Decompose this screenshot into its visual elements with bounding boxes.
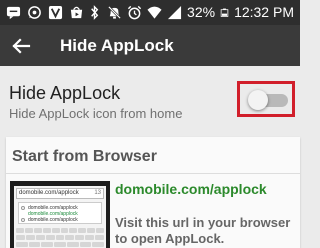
preview-keyboard-row: [16, 242, 105, 247]
alarm-icon: [127, 5, 142, 20]
status-bar: 32% 12:32 PM: [0, 0, 300, 25]
clock: 12:32 PM: [234, 4, 294, 20]
bluetooth-icon: [91, 5, 99, 20]
card-title: Start from Browser: [12, 148, 157, 165]
hide-applock-toggle[interactable]: [248, 90, 268, 110]
card-divider: [6, 173, 300, 174]
mute-icon: [108, 6, 121, 19]
battery-percent: 32%: [187, 4, 216, 20]
preview-keyboard-row: [16, 228, 105, 233]
wifi-icon: [147, 6, 162, 19]
notification-icons: [6, 5, 84, 20]
preview-suggestion: domobile.com/applock: [28, 217, 78, 223]
cell-signal-icon: [167, 5, 182, 20]
preview-address: domobile.com/applock: [19, 190, 79, 196]
preview-screen: domobile.com/applock 13 domobile.com/app…: [14, 186, 106, 248]
preview-suggestions: domobile.com/applock domobile.com/apploc…: [18, 202, 102, 224]
vine-icon: [48, 5, 63, 20]
preview-address-bar: domobile.com/applock 13: [16, 188, 104, 199]
preview-tab-count: 13: [94, 190, 101, 196]
browser-instruction: Visit this url in your browser to open A…: [115, 215, 291, 246]
battery-icon: [220, 8, 229, 17]
applock-url-link[interactable]: domobile.com/applock: [115, 181, 267, 198]
whatsapp-icon: [28, 6, 41, 19]
suggestion-icon: [21, 218, 25, 222]
start-from-browser-card: Start from Browser domobile.com/applock …: [6, 137, 300, 248]
setting-subtitle: Hide AppLock icon from home: [9, 106, 183, 121]
app-toolbar: Hide AppLock: [0, 25, 300, 66]
system-icons: 32% 12:32 PM: [87, 4, 294, 21]
page-title: Hide AppLock: [60, 36, 174, 55]
browser-preview-image: domobile.com/applock 13 domobile.com/app…: [10, 181, 110, 248]
toggle-highlight: [237, 81, 295, 117]
preview-keyboard-row: [16, 235, 105, 240]
play-store-icon: [70, 6, 83, 19]
setting-title: Hide AppLock: [9, 83, 121, 103]
back-arrow-icon[interactable]: [9, 34, 33, 58]
message-icon: [6, 6, 21, 20]
suggestion-icon: [21, 206, 25, 210]
